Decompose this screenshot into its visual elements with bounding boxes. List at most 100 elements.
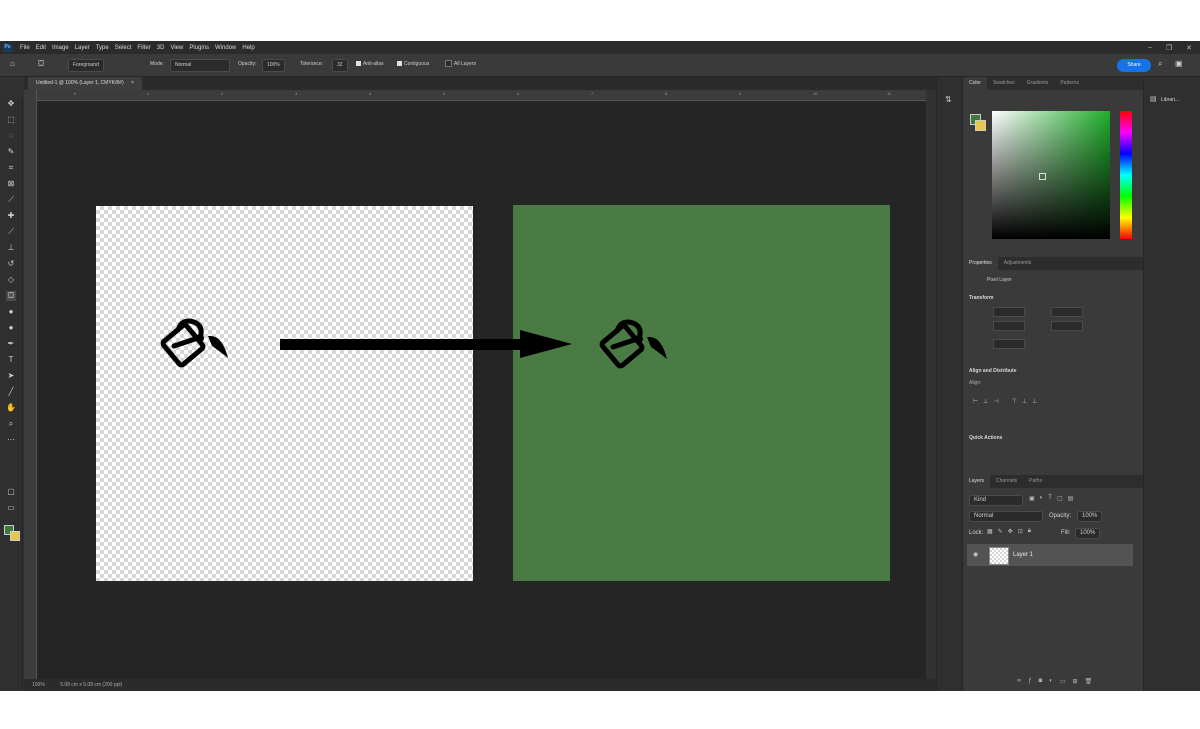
layer-kind-filter[interactable]: Kind — [969, 495, 1023, 506]
libraries-icon[interactable]: ▤ — [1150, 95, 1157, 103]
quick-select-tool-icon[interactable]: ✎ — [6, 147, 16, 157]
libraries-label[interactable]: Librari... — [1161, 97, 1179, 103]
zoom-tool-icon[interactable]: ⌕ — [6, 419, 16, 429]
visibility-eye-icon[interactable]: ◉ — [973, 551, 978, 558]
menu-edit[interactable]: Edit — [36, 45, 46, 51]
contiguous-checkbox[interactable]: Contiguous — [397, 59, 429, 70]
menu-help[interactable]: Help — [242, 45, 254, 51]
path-select-tool-icon[interactable]: ➤ — [6, 371, 16, 381]
tab-layers[interactable]: Layers — [963, 475, 991, 488]
lock-position-icon[interactable]: ✥ — [1008, 528, 1013, 535]
adjustment-layer-icon[interactable]: ◐ — [1049, 678, 1053, 685]
layer-row[interactable]: ◉ Layer 1 — [967, 544, 1133, 566]
menu-plugins[interactable]: Plugins — [189, 45, 209, 51]
height-field[interactable] — [993, 321, 1025, 331]
tolerance-field[interactable]: 32 — [332, 59, 348, 72]
blur-tool-icon[interactable]: ● — [6, 307, 16, 317]
align-right-icon[interactable]: ⊣ — [993, 398, 998, 405]
type-tool-icon[interactable]: T — [6, 355, 16, 365]
lock-pixels-icon[interactable]: ✎ — [998, 528, 1003, 535]
blend-mode-dropdown[interactable]: Normal — [969, 511, 1043, 522]
menu-type[interactable]: Type — [96, 45, 109, 51]
opacity-field[interactable]: 100% — [262, 59, 285, 72]
lock-all-icon[interactable]: 🔒︎ — [1028, 528, 1031, 535]
screen-mode-icon[interactable]: ▭ — [6, 503, 16, 513]
search-icon[interactable]: ⌕ — [1158, 58, 1162, 69]
layer-name[interactable]: Layer 1 — [1013, 552, 1033, 558]
align-bottom-icon[interactable]: ⊥ — [1032, 398, 1037, 405]
hand-tool-icon[interactable]: ✋ — [6, 403, 16, 413]
tab-paths[interactable]: Paths — [1023, 475, 1048, 488]
stamp-tool-icon[interactable]: ⊥ — [6, 243, 16, 253]
crop-tool-icon[interactable]: ⌗ — [6, 163, 16, 173]
lock-transparent-icon[interactable]: ▦ — [987, 528, 993, 535]
tab-adjustments[interactable]: Adjustments — [998, 257, 1038, 270]
link-layers-icon[interactable]: ∞ — [1017, 678, 1021, 685]
filter-shape-icon[interactable]: ▢ — [1057, 495, 1063, 502]
home-icon[interactable]: ⌂ — [10, 58, 15, 69]
align-section[interactable]: Align and Distribute — [969, 368, 1017, 374]
add-mask-icon[interactable]: ◙ — [1039, 678, 1043, 685]
filter-pixel-icon[interactable]: ▣ — [1029, 495, 1035, 502]
width-field[interactable] — [993, 307, 1025, 317]
more-tools-icon[interactable]: ⋯ — [6, 435, 16, 445]
layer-opacity-field[interactable]: 100% — [1077, 511, 1103, 522]
align-top-icon[interactable]: ⊤ — [1012, 398, 1017, 405]
history-brush-tool-icon[interactable]: ↺ — [6, 259, 16, 269]
minimize-icon[interactable]: – — [1148, 44, 1152, 51]
brush-tool-icon[interactable]: ⟋ — [6, 227, 16, 237]
delete-layer-icon[interactable]: 🗑︎ — [1085, 678, 1093, 685]
fill-field[interactable]: 100% — [1075, 528, 1101, 539]
tab-swatches[interactable]: Swatches — [987, 77, 1021, 90]
new-layer-icon[interactable]: ⊞ — [1073, 678, 1078, 685]
fill-source-dropdown[interactable]: Foreground — [68, 59, 104, 72]
eraser-tool-icon[interactable]: ◇ — [6, 275, 16, 285]
move-tool-icon[interactable]: ✥ — [6, 99, 16, 109]
all-layers-checkbox[interactable]: All Layers — [445, 59, 476, 70]
tab-patterns[interactable]: Patterns — [1054, 77, 1085, 90]
filter-adjustment-icon[interactable]: ◐ — [1040, 495, 1044, 502]
menu-image[interactable]: Image — [52, 45, 69, 51]
marquee-tool-icon[interactable]: ⬚ — [6, 115, 16, 125]
menu-select[interactable]: Select — [115, 45, 132, 51]
tab-color[interactable]: Color — [963, 77, 987, 90]
tab-channels[interactable]: Channels — [990, 475, 1023, 488]
y-position-field[interactable] — [1051, 321, 1083, 331]
pen-tool-icon[interactable]: ✒ — [6, 339, 16, 349]
line-tool-icon[interactable]: ╱ — [6, 387, 16, 397]
filter-type-icon[interactable]: T — [1048, 495, 1052, 502]
document-tab[interactable]: Untitled-1 @ 100% (Layer 1, CMYK/8#) × — [28, 77, 142, 90]
healing-tool-icon[interactable]: ✚ — [6, 211, 16, 221]
tab-gradients[interactable]: Gradients — [1021, 77, 1055, 90]
transform-section[interactable]: Transform — [969, 295, 993, 301]
menu-filter[interactable]: Filter — [137, 45, 150, 51]
quick-actions-section[interactable]: Quick Actions — [969, 435, 1002, 441]
align-left-icon[interactable]: ⊢ — [973, 398, 978, 405]
angle-field[interactable] — [993, 339, 1025, 349]
color-picker-marker[interactable] — [1039, 173, 1046, 180]
workspace-icon[interactable]: ▣ — [1175, 58, 1183, 69]
paint-bucket-tool-icon[interactable]: ⛋ — [38, 58, 44, 69]
close-icon[interactable]: ✕ — [1186, 44, 1192, 52]
share-button[interactable]: Share — [1117, 59, 1151, 72]
mode-dropdown[interactable]: Normal — [170, 59, 230, 72]
menu-window[interactable]: Window — [215, 45, 236, 51]
lasso-tool-icon[interactable]: ◌ — [6, 131, 16, 141]
new-group-icon[interactable]: ▭ — [1060, 678, 1066, 685]
canvas-area[interactable] — [37, 101, 926, 688]
tab-properties[interactable]: Properties — [963, 257, 998, 270]
align-center-icon[interactable]: ⊥ — [983, 398, 988, 405]
panel-background-swatch[interactable] — [975, 120, 986, 131]
frame-tool-icon[interactable]: ⊠ — [6, 179, 16, 189]
quick-mask-icon[interactable]: ▢ — [6, 487, 16, 497]
eyedropper-tool-icon[interactable]: ⟋ — [6, 195, 16, 205]
menu-file[interactable]: File — [20, 45, 30, 51]
fx-icon[interactable]: ƒ — [1028, 678, 1031, 685]
align-middle-icon[interactable]: ⊥ — [1022, 398, 1027, 405]
antialias-checkbox[interactable]: Anti-alias — [356, 59, 384, 70]
menu-view[interactable]: View — [170, 45, 183, 51]
dodge-tool-icon[interactable]: ● — [6, 323, 16, 333]
background-color-swatch[interactable] — [10, 531, 20, 541]
menu-layer[interactable]: Layer — [75, 45, 90, 51]
filter-smart-icon[interactable]: ▤ — [1068, 495, 1074, 502]
